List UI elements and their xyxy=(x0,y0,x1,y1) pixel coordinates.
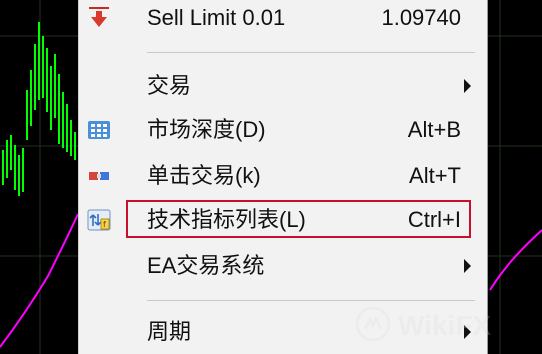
menu-separator xyxy=(147,300,475,301)
menu-item-label: Sell Limit 0.01 xyxy=(147,5,286,30)
menu-item-label: 周期 xyxy=(147,319,192,344)
menu-separator xyxy=(147,52,475,53)
svg-text:f: f xyxy=(103,220,106,229)
menu-item-label: 市场深度(D) xyxy=(147,117,266,142)
menu-item-indicators-list[interactable]: f 技术指标列表(L) Ctrl+I xyxy=(79,202,487,238)
menu-item-shortcut: 1.09740 xyxy=(381,5,461,30)
chevron-right-icon xyxy=(464,325,471,339)
menu-item-trade[interactable]: 交易 xyxy=(79,68,487,104)
menu-item-shortcut: Ctrl+I xyxy=(407,207,461,232)
menu-item-label: 单击交易(k) xyxy=(147,163,261,188)
indicators-list-icon: f xyxy=(87,209,111,231)
menu-item-expert-advisors[interactable]: EA交易系统 xyxy=(79,248,487,284)
menu-item-sell-limit[interactable]: Sell Limit 0.01 1.09740 xyxy=(79,0,487,36)
menu-item-label: 交易 xyxy=(147,73,192,98)
screen: Sell Limit 0.01 1.09740 交易 市场深度(D) Alt+B… xyxy=(0,0,542,354)
menu-item-label: 技术指标列表(L) xyxy=(147,207,306,232)
menu-item-one-click-trading[interactable]: 单击交易(k) Alt+T xyxy=(79,158,487,194)
context-menu: Sell Limit 0.01 1.09740 交易 市场深度(D) Alt+B… xyxy=(78,0,488,354)
market-depth-icon xyxy=(88,121,110,139)
menu-item-label: EA交易系统 xyxy=(147,253,265,278)
menu-item-shortcut: Alt+T xyxy=(409,163,461,188)
menu-item-market-depth[interactable]: 市场深度(D) Alt+B xyxy=(79,112,487,148)
sell-limit-arrow-icon xyxy=(89,7,109,27)
one-click-trading-icon xyxy=(89,172,109,180)
menu-item-period[interactable]: 周期 xyxy=(79,314,487,350)
menu-item-shortcut: Alt+B xyxy=(407,117,461,142)
chevron-right-icon xyxy=(464,79,471,93)
chevron-right-icon xyxy=(464,259,471,273)
